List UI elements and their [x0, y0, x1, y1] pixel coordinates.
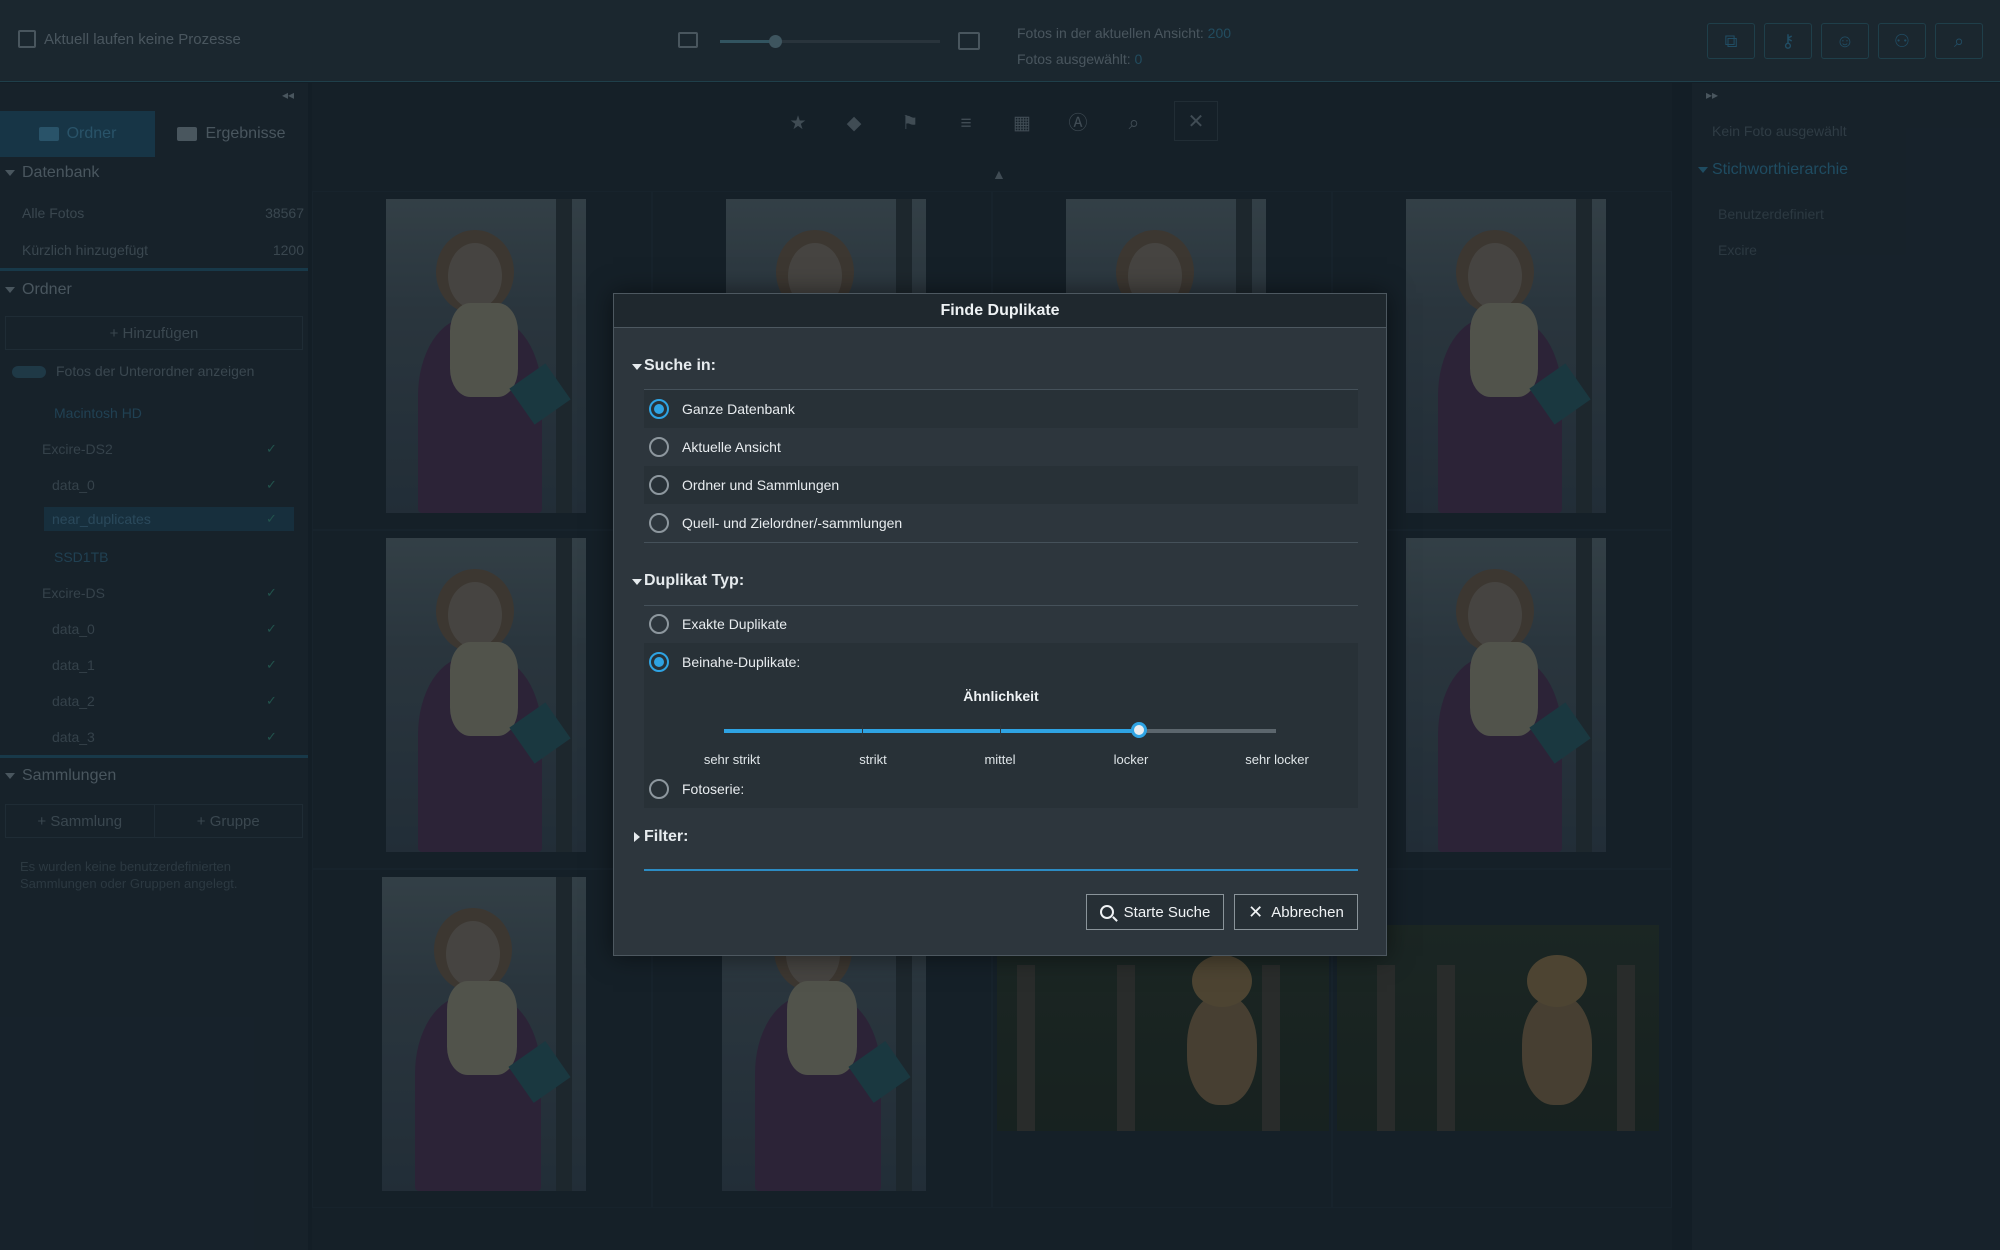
cancel-button[interactable]: ✕ Abbrechen	[1234, 894, 1358, 930]
similarity-panel: Ähnlichkeit sehr strikt strikt mittel lo…	[644, 680, 1358, 770]
radio-aktuelle-ansicht[interactable]	[649, 437, 669, 457]
section-filter[interactable]: Filter:	[633, 828, 688, 846]
option-quell-zielordner[interactable]: Quell- und Zielordner/-sammlungen	[644, 504, 1358, 542]
similarity-level-label: mittel	[984, 752, 1016, 767]
option-ordner-sammlungen[interactable]: Ordner und Sammlungen	[644, 466, 1358, 504]
option-fotoserie[interactable]: Fotoserie:	[644, 770, 1358, 808]
start-search-label: Starte Suche	[1123, 903, 1211, 921]
radio-ordner-sammlungen[interactable]	[649, 475, 669, 495]
option-ganze-datenbank[interactable]: Ganze Datenbank	[644, 390, 1358, 428]
radio-fotoserie[interactable]	[649, 779, 669, 799]
option-label: Ganze Datenbank	[682, 401, 795, 417]
radio-ganze-datenbank[interactable]	[649, 399, 669, 419]
cancel-label: Abbrechen	[1271, 903, 1344, 921]
similarity-level-label: sehr strikt	[703, 752, 761, 767]
similarity-slider-fill	[724, 729, 1138, 733]
option-exakte-duplikate[interactable]: Exakte Duplikate	[644, 605, 1358, 643]
dialog-title: Finde Duplikate	[614, 294, 1386, 328]
divider	[644, 869, 1358, 871]
option-label: Exakte Duplikate	[682, 616, 788, 632]
option-label: Ordner und Sammlungen	[682, 477, 840, 493]
similarity-level-label: sehr locker	[1245, 752, 1309, 767]
similarity-level-label: locker	[1113, 752, 1149, 767]
similarity-slider-handle[interactable]	[1131, 722, 1147, 738]
close-icon: ✕	[1248, 902, 1264, 922]
radio-exakte-duplikate[interactable]	[649, 614, 669, 634]
option-label: Beinahe-Duplikate:	[682, 654, 801, 670]
option-label: Aktuelle Ansicht	[682, 439, 781, 455]
search-icon	[1099, 905, 1114, 919]
option-beinahe-duplikate[interactable]: Beinahe-Duplikate:	[644, 643, 1358, 681]
option-aktuelle-ansicht[interactable]: Aktuelle Ansicht	[644, 428, 1358, 466]
radio-quell-zielordner[interactable]	[649, 513, 669, 533]
section-duplikat-typ[interactable]: Duplikat Typ:	[631, 572, 744, 590]
option-label: Fotoserie:	[682, 781, 745, 797]
similarity-title: Ähnlichkeit	[963, 688, 1039, 704]
divider	[644, 542, 1358, 543]
section-suche-in[interactable]: Suche in:	[631, 357, 716, 375]
option-label: Quell- und Zielordner/-sammlungen	[682, 515, 903, 531]
similarity-level-label: strikt	[859, 752, 887, 767]
start-search-button[interactable]: Starte Suche	[1086, 894, 1224, 930]
radio-beinahe-duplikate[interactable]	[649, 652, 669, 672]
slider-tick	[862, 725, 863, 737]
slider-tick	[1000, 725, 1001, 737]
find-duplicates-dialog: Finde Duplikate Suche in: Ganze Datenban…	[613, 293, 1387, 956]
